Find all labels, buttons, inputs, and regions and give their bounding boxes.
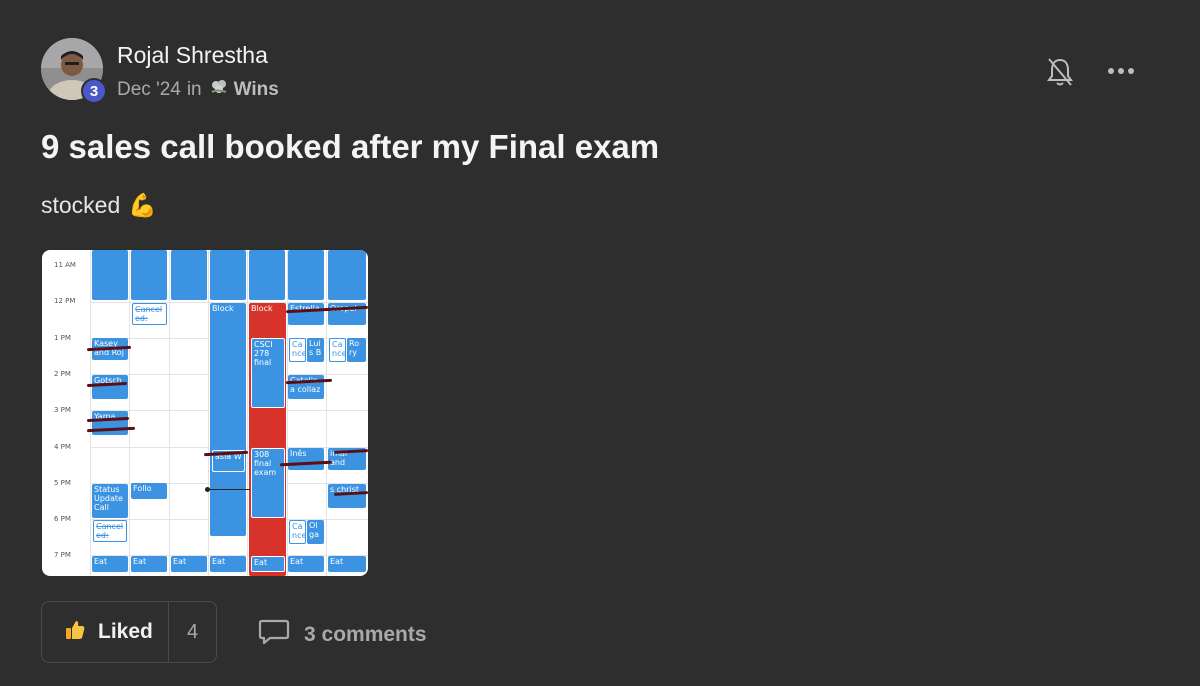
post-date: Dec '24: [117, 79, 181, 100]
time-label: 2 PM: [54, 370, 71, 378]
category-label: Wins: [233, 79, 279, 100]
post-card: 3 Rojal Shrestha Dec '24 in Wins 9 sales…: [0, 0, 1200, 686]
calendar-event: Cancel ed: Vict: [132, 303, 167, 325]
like-label: Liked: [98, 620, 153, 643]
author-name[interactable]: Rojal Shrestha: [117, 42, 268, 69]
post-body: stocked 💪: [41, 192, 157, 219]
current-time-dot: [205, 487, 210, 492]
calendar-event: Eat: [251, 556, 285, 572]
more-options-icon[interactable]: [1104, 58, 1138, 84]
calendar-event: Block: [210, 303, 246, 536]
level-badge: 3: [81, 78, 107, 104]
time-label: 3 PM: [54, 406, 71, 414]
calendar-event: s christ: [328, 484, 366, 508]
calendar-event: Eat: [210, 556, 246, 572]
category-link[interactable]: Wins: [208, 78, 279, 102]
time-label: 12 PM: [54, 297, 76, 305]
comments-button[interactable]: 3 comments: [258, 618, 427, 651]
time-label: 7 PM: [54, 551, 71, 559]
current-time-line: [206, 489, 250, 490]
calendar-event: Cancel ed: ORI: [93, 520, 127, 542]
like-group: Liked 4: [41, 601, 217, 663]
calendar-event: Gotsch: [92, 375, 128, 399]
calendar-event: [92, 250, 128, 300]
calendar-event: [288, 250, 324, 300]
calendar-event: Eat: [92, 556, 128, 572]
calendar-event: Ol ga: [307, 520, 324, 544]
calendar-event: Inês: [288, 448, 324, 470]
calendar-event: Eat: [288, 556, 324, 572]
time-label: 1 PM: [54, 334, 71, 342]
avatar[interactable]: 3: [41, 38, 107, 104]
like-button[interactable]: Liked: [42, 602, 169, 662]
post-body-text: stocked: [41, 192, 121, 218]
calendar-event: Ca nce: [329, 338, 346, 362]
calendar-event: CSCI 278 final: [251, 338, 285, 408]
calendar-event: Eat: [171, 556, 207, 572]
calendar-event: [210, 250, 246, 300]
flower-icon: [208, 78, 230, 102]
calendar-event: Lui s B: [307, 338, 324, 362]
comment-icon: [258, 618, 290, 651]
post-title[interactable]: 9 sales call booked after my Final exam: [41, 128, 659, 166]
calendar-event: [131, 250, 167, 300]
calendar-event: Ca nce: [289, 338, 306, 362]
calendar-event: Estrella: [288, 303, 324, 325]
time-label: 5 PM: [54, 479, 71, 487]
attached-calendar-image[interactable]: 11 AM 12 PM 1 PM 2 PM 3 PM 4 PM 5 PM 6 P…: [42, 250, 368, 576]
thumbs-up-icon: [64, 619, 86, 646]
time-label: 6 PM: [54, 515, 71, 523]
calendar-event: [249, 250, 285, 300]
calendar-event: [171, 250, 207, 300]
time-label: 4 PM: [54, 443, 71, 451]
calendar-event: Eat: [131, 556, 167, 572]
calendar-event: Eat: [328, 556, 366, 572]
calendar-event: 308 final exam: [251, 448, 285, 518]
calendar-event: Follo: [131, 483, 167, 499]
time-label: 11 AM: [54, 261, 76, 269]
calendar-event: Status Update Call: [92, 484, 128, 518]
calendar-event: Ro ry: [347, 338, 366, 362]
post-meta: Dec '24 in Wins: [117, 78, 279, 102]
bell-off-icon[interactable]: [1045, 56, 1075, 88]
comments-label: 3 comments: [304, 622, 427, 646]
flexed-biceps-icon: 💪: [128, 192, 157, 218]
calendar-event: Ca nce: [289, 520, 306, 544]
in-word: in: [186, 79, 202, 100]
calendar-event: [328, 250, 366, 300]
like-count[interactable]: 4: [169, 602, 216, 662]
